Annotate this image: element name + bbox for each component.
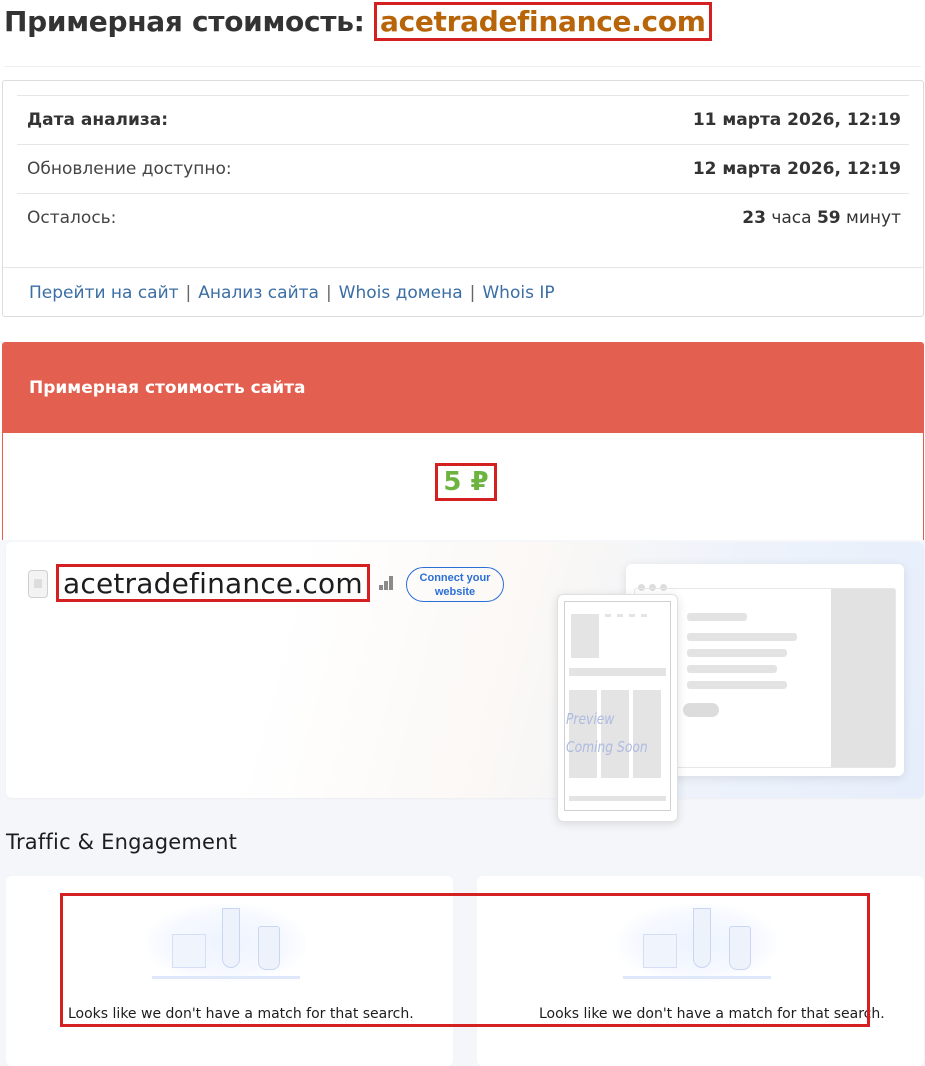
analysis-info-card: Дата анализа: 11 марта 2026, 12:19 Обнов… [2,80,924,317]
analysis-date-value: 11 марта 2026, 12:19 [692,110,901,130]
whois-ip-link[interactable]: Whois IP [482,283,554,303]
link-separator: | [185,282,192,303]
update-available-value: 12 марта 2026, 12:19 [692,159,901,179]
analysis-date-row: Дата анализа: 11 марта 2026, 12:19 [17,95,909,144]
hours-unit: часа [765,208,817,228]
time-left-label: Осталось: [27,208,117,228]
update-available-row: Обновление доступно: 12 марта 2026, 12:1… [17,144,909,193]
preview-phone-mock: Preview Coming Soon [557,594,678,822]
site-cost-value: 5 ₽ [435,463,497,501]
time-left-row: Осталось: 23 часа 59 минут [17,193,909,242]
preview-coming-soon: Preview Coming Soon [566,705,648,761]
hours-value: 23 [742,208,766,228]
title-domain: acetradefinance.com [373,2,712,41]
empty-lab-icon [146,904,306,984]
link-separator: | [469,282,476,303]
site-cost-card: Примерная стоимость сайта 5 ₽ [2,342,924,542]
minutes-unit: минут [840,208,901,228]
page: Примерная стоимость: acetradefinance.com… [0,0,925,1066]
embedded-traffic-widget: acetradefinance.com Connect your website [0,540,925,1066]
update-available-label: Обновление доступно: [27,159,232,179]
link-separator: | [325,282,332,303]
analysis-date-label: Дата анализа: [27,110,169,130]
bar-chart-icon [379,576,397,590]
preview-line-1: Preview [566,710,615,728]
time-left-value: 23 часа 59 минут [742,208,901,228]
go-to-site-link[interactable]: Перейти на сайт [29,283,179,303]
minutes-value: 59 [816,208,841,228]
site-links-bar: Перейти на сайт | Анализ сайта | Whois д… [3,267,923,317]
whois-domain-link[interactable]: Whois домена [339,283,463,303]
no-match-message: Looks like we don't have a match for tha… [68,1006,414,1022]
empty-lab-icon [617,904,777,984]
no-match-message: Looks like we don't have a match for tha… [539,1006,885,1022]
traffic-panel-right: Looks like we don't have a match for tha… [477,876,924,1066]
traffic-engagement-title: Traffic & Engagement [6,830,238,854]
site-analysis-link[interactable]: Анализ сайта [198,283,319,303]
file-icon [28,570,48,598]
hero-domain: acetradefinance.com [56,564,370,602]
site-hero: acetradefinance.com Connect your website [6,542,924,822]
site-cost-heading: Примерная стоимость сайта [3,343,923,433]
title-prefix: Примерная стоимость: [4,5,374,38]
connect-website-button[interactable]: Connect your website [406,567,504,602]
title-divider [4,66,921,67]
preview-line-2: Coming Soon [566,738,648,756]
page-title: Примерная стоимость: acetradefinance.com [4,2,712,41]
traffic-panel-left: Looks like we don't have a match for tha… [6,876,453,1066]
